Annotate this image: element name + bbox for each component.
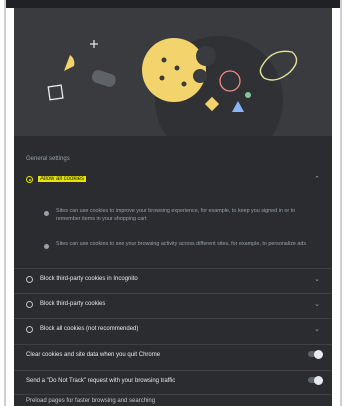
option-block-all[interactable]: Block all cookies (not recommended) ⌄ xyxy=(14,322,332,338)
pill-shape-icon xyxy=(91,70,116,87)
divider xyxy=(14,268,332,269)
divider xyxy=(14,370,332,371)
clear-on-exit-row[interactable]: Clear cookies and site data when you qui… xyxy=(14,348,332,364)
frame-left-border xyxy=(4,0,6,406)
radio-icon[interactable] xyxy=(26,276,33,283)
option-label: Block third-party cookies in Incognito xyxy=(40,276,138,282)
allow-detail-text: Sites can use cookies to improve your br… xyxy=(56,208,296,222)
window-top-strip xyxy=(6,0,340,8)
chevron-down-icon[interactable]: ⌄ xyxy=(314,300,320,308)
option-label: Block third-party cookies xyxy=(40,301,106,307)
toggle-label: Send a "Do Not Track" request with your … xyxy=(26,378,176,384)
frame-right-border xyxy=(340,0,342,406)
option-label: Allow all cookies xyxy=(38,176,87,182)
do-not-track-row[interactable]: Send a "Do Not Track" request with your … xyxy=(14,374,332,390)
star-icon xyxy=(90,40,98,48)
radio-icon[interactable] xyxy=(26,326,33,333)
toggle-label: Clear cookies and site data when you qui… xyxy=(26,352,161,358)
cookies-illustration xyxy=(14,8,332,136)
square-outline-icon xyxy=(47,84,64,101)
radio-icon[interactable] xyxy=(26,176,33,183)
allow-detail-text: Sites can use cookies to see your browsi… xyxy=(56,241,307,247)
eye-info-icon xyxy=(44,244,49,249)
crumb-icon xyxy=(64,55,75,71)
clear-on-exit-toggle[interactable] xyxy=(308,349,323,359)
section-heading: General settings xyxy=(26,156,70,162)
green-dot-icon xyxy=(245,92,251,98)
divider xyxy=(14,394,332,395)
cookie-settings-panel: General settings Allow all cookies ⌃ Sit… xyxy=(14,8,332,406)
chevron-down-icon[interactable]: ⌄ xyxy=(314,275,320,283)
chevron-up-icon[interactable]: ⌃ xyxy=(314,175,320,183)
radio-icon[interactable] xyxy=(26,301,33,308)
preload-row-label: Preload pages for faster browsing and se… xyxy=(26,398,156,404)
divider xyxy=(14,318,332,319)
option-block-third-party[interactable]: Block third-party cookies ⌄ xyxy=(14,297,332,313)
option-allow-all-cookies[interactable]: Allow all cookies ⌃ xyxy=(14,172,332,188)
option-label: Block all cookies (not recommended) xyxy=(40,326,139,332)
option-block-incognito[interactable]: Block third-party cookies in Incognito ⌄ xyxy=(14,272,332,288)
do-not-track-toggle[interactable] xyxy=(308,375,323,385)
cookie-info-icon xyxy=(44,211,49,216)
divider xyxy=(14,293,332,294)
chevron-down-icon[interactable]: ⌄ xyxy=(314,325,320,333)
divider xyxy=(14,344,332,345)
